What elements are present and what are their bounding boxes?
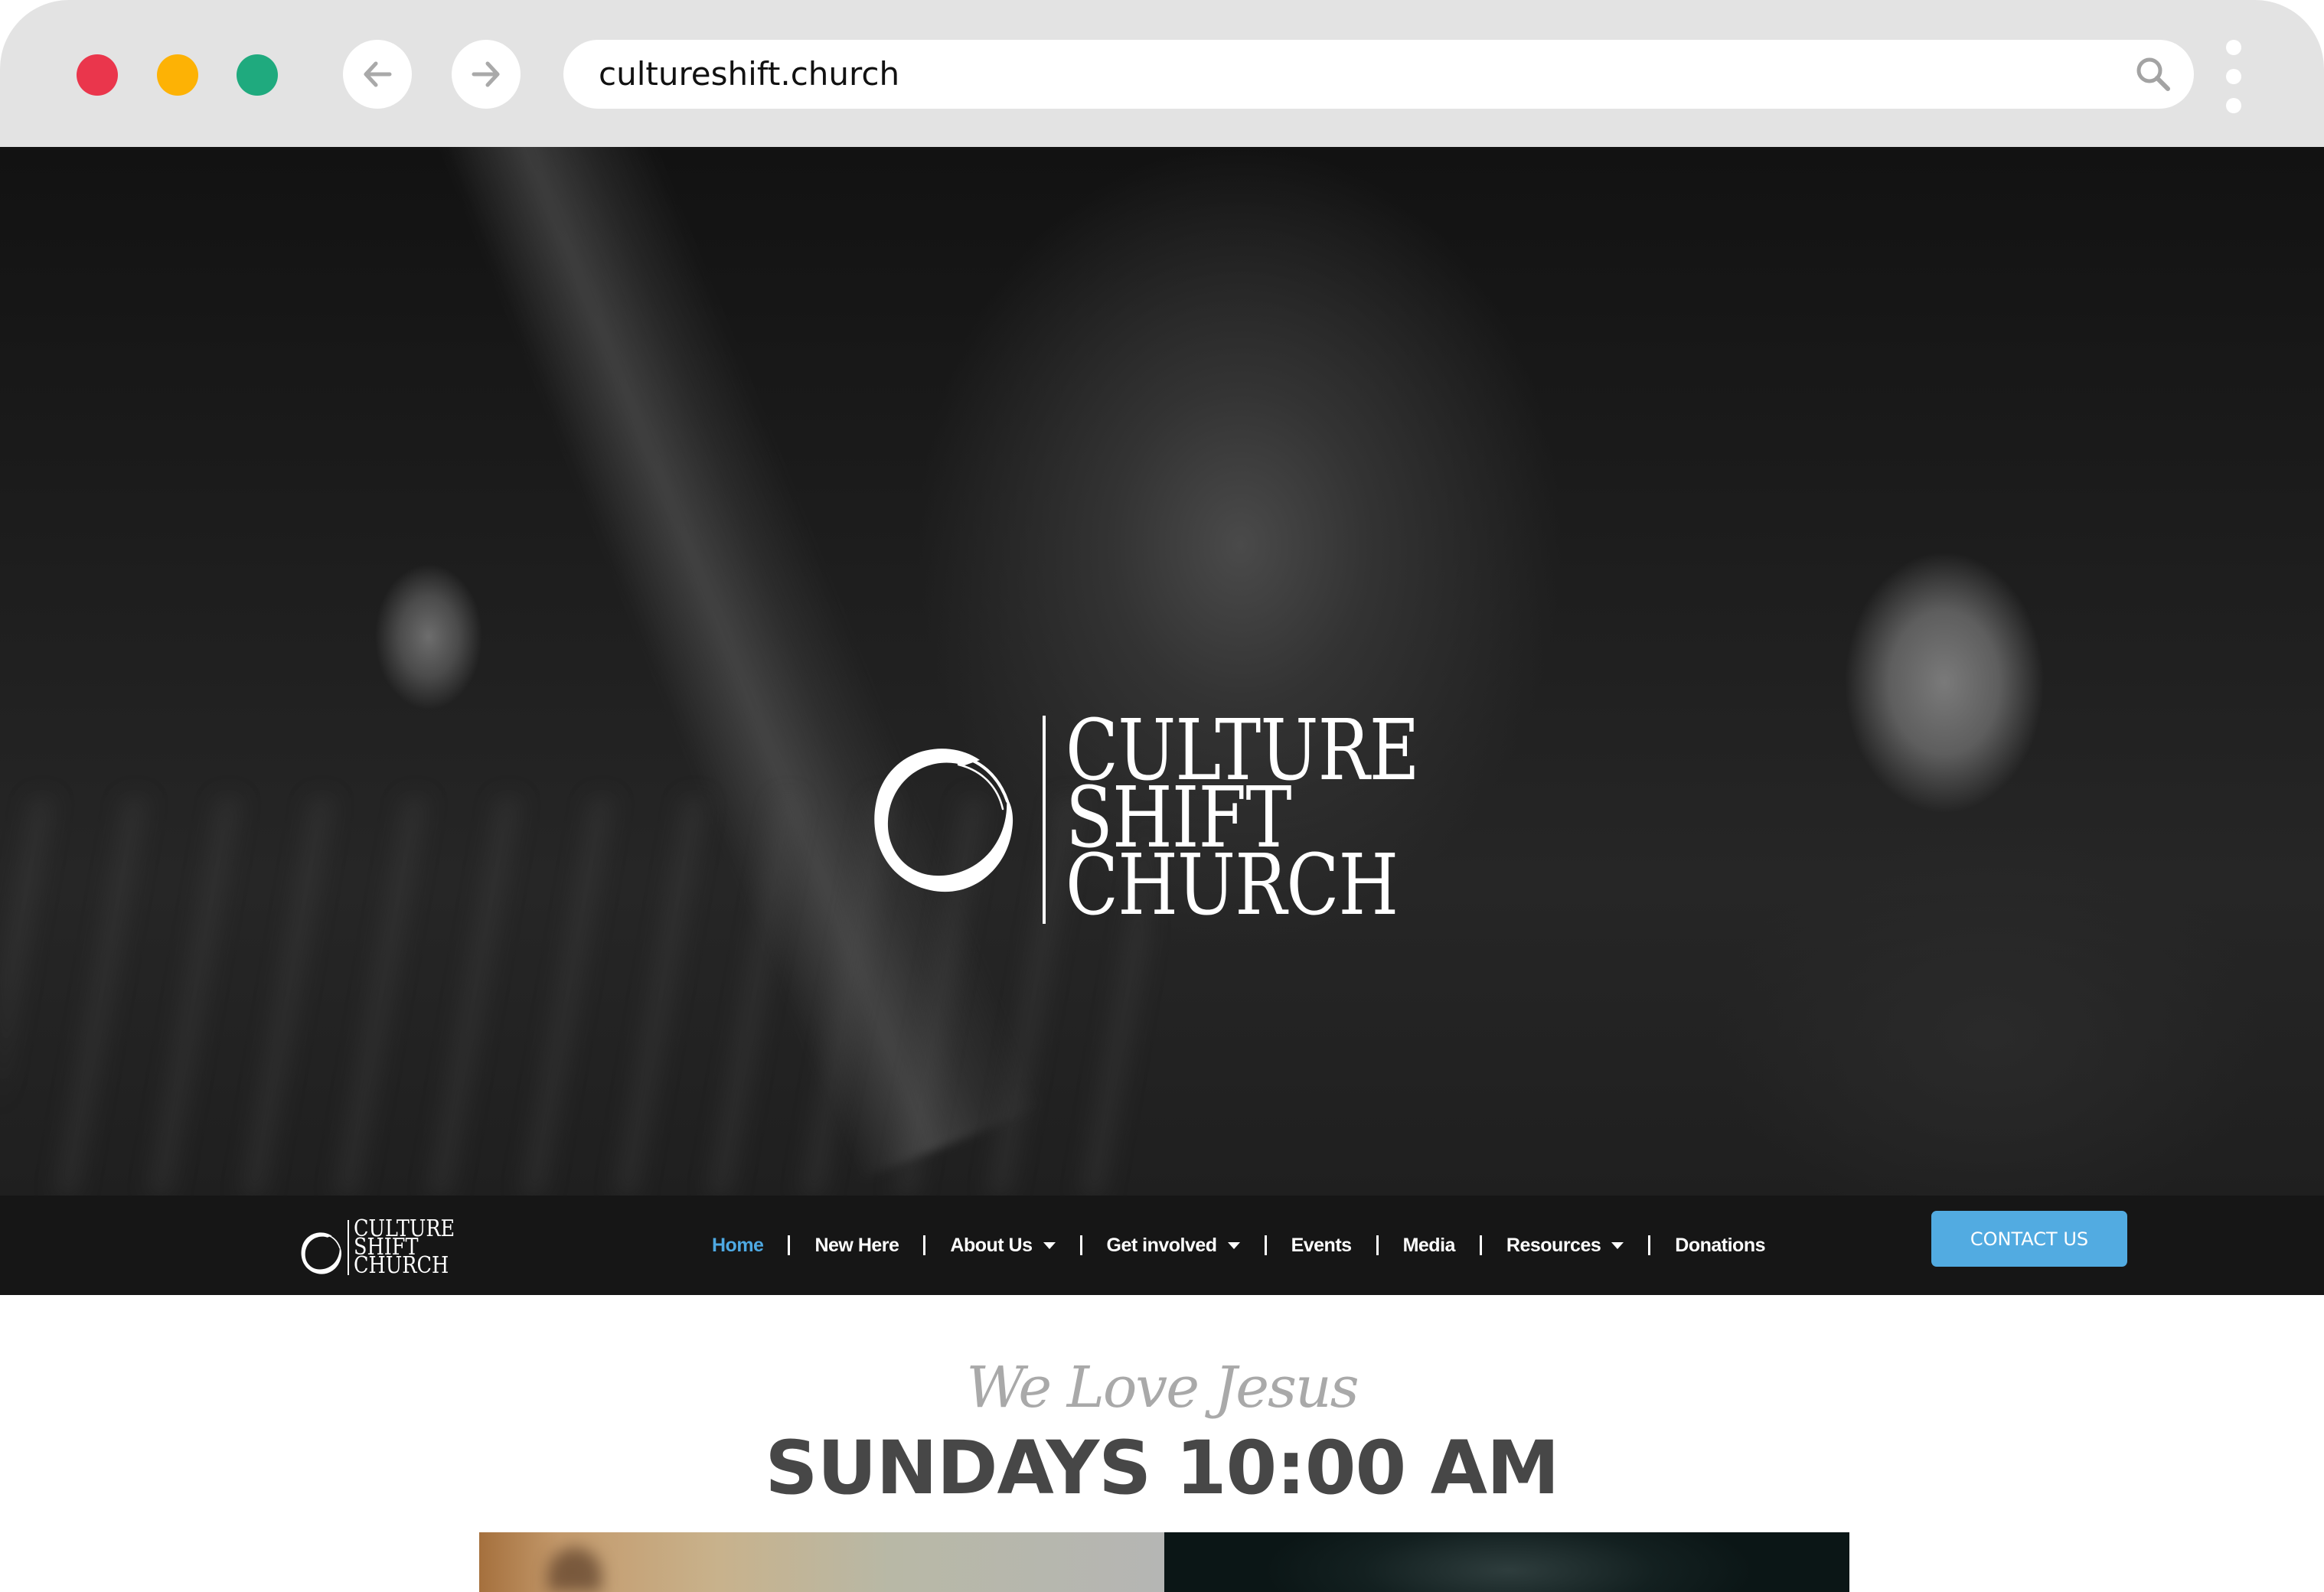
- feature-image-right[interactable]: [1164, 1532, 1849, 1592]
- caret-down-icon: [1227, 1241, 1240, 1249]
- nav-item-get-involved[interactable]: Get involved: [1107, 1235, 1240, 1257]
- browser-toolbar: cultureshift.church: [0, 0, 2324, 147]
- site-navbar: CULTURE SHIFT CHURCH Home New Here About…: [0, 1196, 2324, 1295]
- nav-item-donations[interactable]: Donations: [1675, 1235, 1765, 1257]
- arrow-left-icon: [364, 61, 392, 87]
- caret-down-icon: [1611, 1241, 1624, 1249]
- close-window-button[interactable]: [77, 54, 118, 96]
- nav-item-label: New Here: [814, 1234, 899, 1256]
- brush-circle-icon: [874, 749, 1013, 892]
- service-time-heading: SUNDAYS 10:00 AM: [765, 1425, 1559, 1511]
- nav-item-home[interactable]: Home: [712, 1234, 764, 1257]
- navbar-logo-church: CHURCH: [354, 1252, 449, 1279]
- service-times-section: We Love Jesus SUNDAYS 10:00 AM: [0, 1295, 2324, 1592]
- tagline: We Love Jesus: [966, 1355, 1359, 1421]
- nav-item-new-here[interactable]: New Here: [814, 1235, 899, 1257]
- menu-separator: [1479, 1235, 1482, 1255]
- maximize-window-button[interactable]: [237, 54, 278, 96]
- arrow-right-icon: [472, 61, 500, 87]
- minimize-window-button[interactable]: [157, 54, 198, 96]
- menu-separator: [923, 1235, 926, 1255]
- menu-separator: [788, 1235, 791, 1255]
- nav-item-media[interactable]: Media: [1402, 1234, 1456, 1257]
- logo-divider: [1043, 716, 1046, 924]
- menu-separator: [1376, 1235, 1379, 1255]
- feature-image-left[interactable]: [479, 1532, 1164, 1592]
- nav-item-label: Events: [1291, 1234, 1352, 1256]
- nav-item-events[interactable]: Events: [1291, 1235, 1352, 1257]
- nav-item-label: Donations: [1675, 1234, 1765, 1256]
- address-bar[interactable]: cultureshift.church: [563, 40, 2194, 109]
- hero-logo: CULTURE SHIFT CHURCH: [865, 568, 1462, 934]
- nav-item-label: About Us: [950, 1234, 1033, 1256]
- hero-banner: CULTURE SHIFT CHURCH: [0, 147, 2324, 1196]
- menu-separator: [1079, 1235, 1082, 1255]
- navbar-logo[interactable]: CULTURE SHIFT CHURCH: [299, 1218, 467, 1279]
- kebab-menu-icon[interactable]: [2223, 40, 2246, 116]
- nav-item-label: Resources: [1506, 1234, 1601, 1256]
- forward-button[interactable]: [452, 40, 521, 109]
- nav-item-about-us[interactable]: About Us: [950, 1234, 1056, 1257]
- brush-circle-icon: [301, 1232, 341, 1274]
- caret-down-icon: [1043, 1241, 1056, 1249]
- contact-us-button[interactable]: CONTACT US: [1931, 1211, 2127, 1267]
- nav-item-label: Get involved: [1106, 1234, 1218, 1256]
- browser-window: cultureshift.church CULTURE SHIFT CHURCH: [0, 0, 2324, 1592]
- nav-item-label: Media: [1402, 1234, 1456, 1256]
- logo-word-church: CHURCH: [1066, 836, 1399, 934]
- main-menu: Home New Here About Us Get involved Even…: [712, 1196, 1765, 1295]
- back-button[interactable]: [343, 40, 412, 109]
- menu-separator: [1648, 1235, 1651, 1255]
- menu-separator: [1264, 1235, 1267, 1255]
- search-icon[interactable]: [2134, 55, 2172, 93]
- nav-item-resources[interactable]: Resources: [1506, 1235, 1624, 1257]
- logo-divider: [348, 1220, 349, 1275]
- nav-item-label: Home: [712, 1234, 764, 1256]
- url-text[interactable]: cultureshift.church: [599, 40, 899, 109]
